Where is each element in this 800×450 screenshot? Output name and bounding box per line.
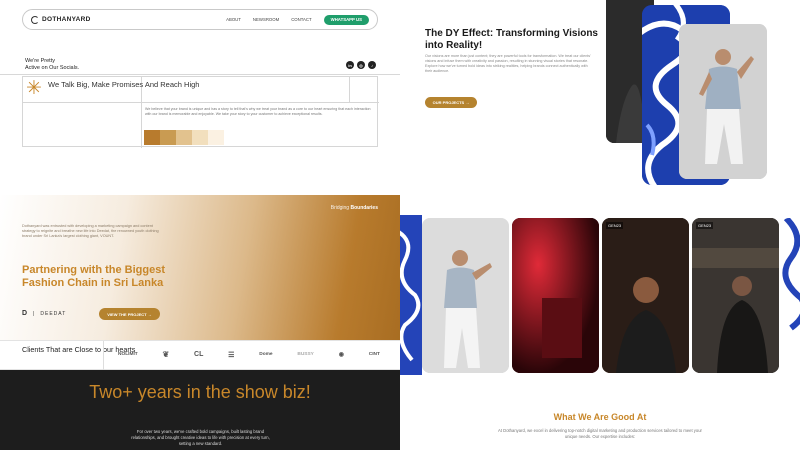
dy-text: Our visions are more than just content; …	[425, 54, 591, 73]
deedat-logo: DEEDAT	[40, 310, 67, 317]
left-swirl-art	[400, 215, 422, 375]
social-icons: in ◎ ♪	[346, 61, 376, 69]
navbar: DOTHANYARD ABOUT NEWSROOM CONTACT WHATSA…	[22, 9, 378, 30]
nav-link-contact[interactable]: CONTACT	[291, 17, 311, 22]
client-logo: NOLIMIT	[118, 352, 138, 357]
partner-text: Dothanyard was entrusted with developing…	[22, 224, 159, 239]
linkedin-icon[interactable]: in	[346, 61, 354, 69]
swatch-3	[176, 130, 192, 145]
swatch-1	[144, 130, 160, 145]
promise-heading: We Talk Big, Make Promises And Reach Hig…	[48, 80, 200, 89]
years-heading: Two+ years in the show biz!	[89, 382, 311, 402]
divider	[23, 102, 379, 103]
divider	[0, 74, 400, 75]
tile-badge: GEN23	[606, 222, 624, 229]
nav-links: ABOUT NEWSROOM CONTACT WHATSAPP US	[226, 14, 369, 25]
model-figure	[422, 218, 509, 373]
asterisk-icon: ✳	[26, 78, 42, 99]
bottom-right-section: GEN23 GEN23 What We Are Good At At Dotha…	[400, 195, 800, 450]
social-line-2: Active on Our Socials.	[25, 65, 80, 71]
partner-heading: Partnering with the Biggest Fashion Chai…	[22, 264, 166, 289]
partner-banner: Bridging Boundaries Dothanyard was entru…	[0, 195, 400, 340]
social-line-1: We're Pretty	[25, 58, 55, 64]
good-at-title: What We Are Good At	[553, 412, 647, 422]
client-logo: ◉	[338, 352, 344, 358]
red-scene	[512, 218, 599, 373]
gallery-tile-3[interactable]: GEN23	[602, 218, 689, 373]
whatsapp-button[interactable]: WHATSAPP US	[323, 14, 369, 25]
nav-link-about[interactable]: ABOUT	[226, 17, 241, 22]
bridging-label: Bridging Boundaries	[331, 205, 378, 211]
swatch-4	[192, 130, 208, 145]
gallery-tile-4[interactable]: GEN23	[692, 218, 779, 373]
instagram-icon[interactable]: ◎	[357, 61, 365, 69]
nav-link-newsroom[interactable]: NEWSROOM	[253, 17, 279, 22]
view-project-button[interactable]: VIEW THE PROJECT →	[99, 308, 160, 320]
client-logos: NOLIMIT ❦ CL ☰ Dome BUSSY ◉ CINT	[118, 350, 380, 359]
gallery-tile-2[interactable]	[512, 218, 599, 373]
boundaries-word: Boundaries	[350, 205, 378, 211]
project-card-model[interactable]	[679, 24, 767, 179]
dothanyard-mark-icon: D	[22, 310, 28, 317]
years-section: Two+ years in the show biz! For over two…	[0, 370, 400, 450]
logo-separator: |	[33, 310, 35, 317]
partner-logos: D | DEEDAT	[22, 310, 66, 317]
client-logo: ❦	[162, 350, 170, 359]
good-at-text: At Dothanyard, we excel in delivering to…	[498, 428, 702, 439]
tile-badge: GEN23	[696, 222, 714, 229]
top-left-section: DOTHANYARD ABOUT NEWSROOM CONTACT WHATSA…	[0, 0, 400, 195]
bridging-word: Bridging	[330, 205, 350, 211]
color-swatches	[144, 130, 224, 145]
years-text: For over two years, we've crafted bold c…	[131, 429, 270, 446]
client-logo: CL	[194, 351, 204, 358]
clients-strip: Clients That are Close to our hearts NOL…	[0, 340, 400, 371]
model-figure	[679, 24, 767, 179]
bottom-left-section: Bridging Boundaries Dothanyard was entru…	[0, 195, 400, 450]
tiktok-icon[interactable]: ♪	[368, 61, 376, 69]
gallery-tile-5[interactable]	[781, 218, 800, 373]
top-right-section: The DY Effect: Transforming Visions into…	[400, 0, 800, 195]
gallery-tile-1[interactable]	[422, 218, 509, 373]
dy-title: The DY Effect: Transforming Visions into…	[425, 28, 598, 51]
our-projects-button[interactable]: OUR PROJECTS →	[425, 97, 477, 108]
swatch-5	[208, 130, 224, 145]
kitchen-scene	[692, 218, 779, 373]
logo-icon	[31, 15, 39, 24]
smiling-man	[602, 218, 689, 373]
swatch-2	[160, 130, 176, 145]
client-logo: CINT	[368, 352, 380, 357]
project-card-edge	[770, 0, 800, 195]
site-logo[interactable]: DOTHANYARD	[31, 15, 91, 24]
edge-swirl-art	[781, 218, 800, 373]
client-logo: Dome	[259, 352, 273, 357]
social-caption: We're Pretty Active on Our Socials.	[25, 58, 79, 72]
client-logo: BUSSY	[297, 352, 314, 357]
promise-box: ✳ We Talk Big, Make Promises And Reach H…	[22, 76, 379, 148]
promise-description: We believe that your brand is unique and…	[145, 107, 371, 116]
client-logo: ☰	[228, 351, 235, 359]
divider	[349, 77, 350, 102]
divider	[103, 341, 104, 371]
logo-text: DOTHANYARD	[42, 16, 91, 23]
page-root: DOTHANYARD ABOUT NEWSROOM CONTACT WHATSA…	[0, 0, 800, 450]
